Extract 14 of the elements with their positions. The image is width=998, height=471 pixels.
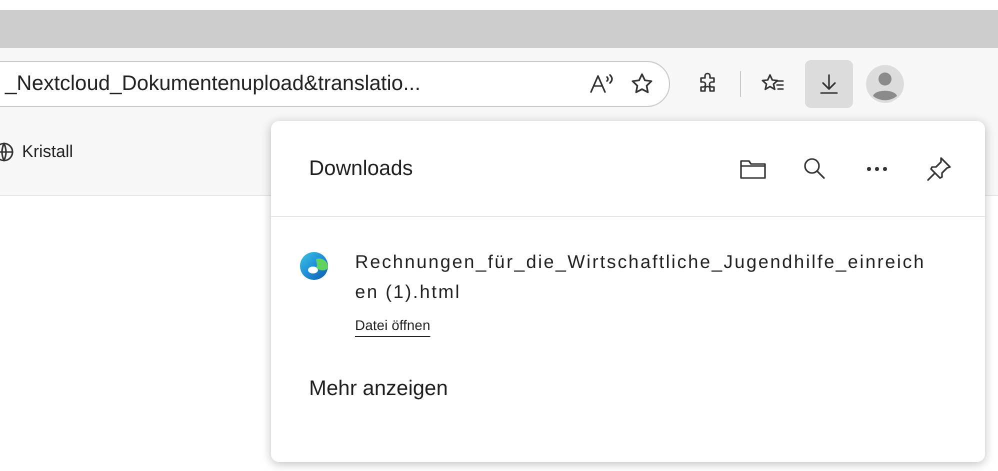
bookmark-link[interactable]: Kristall [0,142,74,162]
address-bar[interactable]: _Nextcloud_Dokumentenupload&translatio... [0,61,670,107]
url-text: _Nextcloud_Dokumentenupload&translatio... [5,72,422,96]
read-aloud-icon[interactable] [589,73,615,95]
panel-title: Downloads [309,156,414,180]
globe-icon [0,142,14,162]
avatar-icon [866,65,904,103]
more-icon [865,166,889,172]
open-file-link[interactable]: Datei öffnen [355,317,430,333]
pin-icon [925,154,953,182]
file-name: Rechnungen_für_die_Wirtschaftliche_Jugendhilfe_einreichen (1).html [355,250,926,304]
browser-file-icon [299,251,329,281]
show-more-link[interactable]: Mehr anzeigen [309,377,448,401]
toolbar-button[interactable] [805,60,853,108]
